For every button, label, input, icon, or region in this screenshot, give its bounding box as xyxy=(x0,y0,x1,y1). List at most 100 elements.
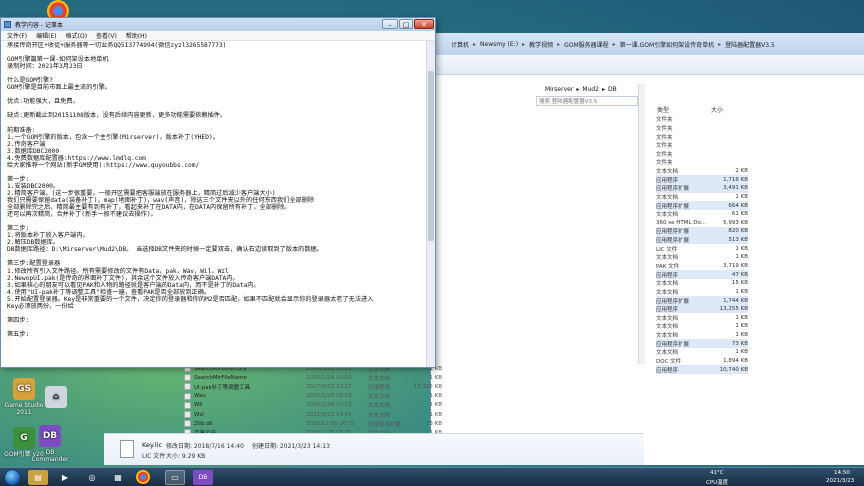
list-item[interactable]: 应用程序扩展 820 KB xyxy=(656,227,748,236)
file-type: 文件夹 xyxy=(656,160,673,167)
file-size: 820 KB xyxy=(728,228,748,235)
breadcrumb-mud2[interactable]: Mud2 xyxy=(582,86,599,93)
list-item[interactable]: 应用程序扩展 73 KB xyxy=(656,339,748,348)
table-row[interactable]: Zlib.dll 2020/11/30 20:31 应用程序扩展 73 KB xyxy=(184,419,444,428)
breadcrumb-db[interactable]: DB xyxy=(608,86,617,93)
scrollbar-thumb[interactable] xyxy=(428,71,434,241)
inner-scrollbar[interactable] xyxy=(638,84,645,364)
clock-time[interactable]: 14:50 xyxy=(834,470,850,476)
list-item[interactable]: 文本文档 1 KB xyxy=(656,348,748,357)
column-header-size[interactable]: 大小 xyxy=(711,105,723,114)
breadcrumb-drive[interactable]: Newsmy (E:) xyxy=(480,41,518,48)
chevron-right-icon: ▸ xyxy=(718,40,722,48)
text-line: 2.精简客户端。(这一步很重要，一般开区需要把客服端放在服务器上，精简过后减少客… xyxy=(7,189,276,197)
list-item[interactable]: 文件夹 xyxy=(656,124,748,133)
taskbar-db-icon[interactable]: DB xyxy=(193,470,213,485)
taskbar-network-icon[interactable]: ◎ xyxy=(82,470,102,485)
desktop-icon-db-commander[interactable]: DB DB Commander xyxy=(28,425,72,463)
list-item[interactable]: 文件夹 xyxy=(656,132,748,141)
menu-help[interactable]: 帮助(H) xyxy=(126,31,147,40)
list-item[interactable]: PAK 文件 3,719 KB xyxy=(656,262,748,271)
file-size: 13,255 KB xyxy=(413,383,442,390)
list-item[interactable]: 文本文档 1 KB xyxy=(656,322,748,331)
list-item[interactable]: 文本文档 61 KB xyxy=(656,210,748,219)
list-item[interactable]: 360 se HTML Do... 5,993 KB xyxy=(656,219,748,228)
list-item[interactable]: 文本文档 1 KB xyxy=(656,313,748,322)
file-type: 文本文档 xyxy=(656,281,679,288)
file-size: 1 KB xyxy=(735,254,748,261)
file-type: 应用程序扩展 xyxy=(656,203,690,210)
text-line: 第四步: xyxy=(7,316,30,324)
list-item[interactable]: 文件夹 xyxy=(656,141,748,150)
text-line: 第五步: xyxy=(7,330,30,338)
table-row[interactable]: SearchMirFileName 2020/1/28 15:23 文本文档 1 KB xyxy=(184,373,444,382)
list-item[interactable]: DOC 文件 1,894 KB xyxy=(656,357,748,366)
text-line: 缺点:更新截止到20151108版本，没有后续内容更新，更多功能需要依赖插件。 xyxy=(7,112,227,120)
taskbar-notepad-icon[interactable]: ▭ xyxy=(165,470,185,485)
breadcrumb-lesson[interactable]: 第一课.GOM引擎如何架设传奇单机 xyxy=(620,40,714,49)
breadcrumb-computer[interactable]: 计算机 xyxy=(451,40,469,49)
breadcrumb-course[interactable]: GOM服务器课程 xyxy=(564,40,609,49)
notepad-text-area[interactable]: 承接传奇开区+收徒+服务器等一切业务QQ513774994(微信zyzl3265… xyxy=(7,42,419,364)
list-item[interactable]: 应用程序扩展 664 KB xyxy=(656,201,748,210)
file-type: LIC 文件 xyxy=(656,246,678,253)
column-header-type[interactable]: 类型 xyxy=(657,105,669,114)
desktop-icon-device[interactable]: ⌂ xyxy=(34,386,78,410)
db-commander-icon: DB xyxy=(39,425,61,447)
list-item[interactable]: 文本文档 2 KB xyxy=(656,167,748,176)
chevron-right-icon: ▸ xyxy=(557,40,561,48)
list-item[interactable]: 文件夹 xyxy=(656,115,748,124)
sub-breadcrumb[interactable]: Mirserver ▸ Mud2 ▸ DB xyxy=(545,82,617,96)
menu-format[interactable]: 格式(O) xyxy=(66,31,87,40)
file-type: 文件夹 xyxy=(656,125,673,132)
file-date: 2020/1/28 15:23 xyxy=(306,374,352,381)
menu-file[interactable]: 文件(F) xyxy=(7,31,27,40)
notepad-title-bar[interactable]: 教学内容 - 记事本 xyxy=(1,18,435,31)
chevron-right-icon: ▸ xyxy=(612,40,616,48)
file-type: 文件夹 xyxy=(656,134,673,141)
taskbar: ▤ ▶ ◎ ▦ ▭ DB 41°C CPU温度 14:50 2021/3/23 xyxy=(0,467,864,486)
taskbar-chrome-icon[interactable] xyxy=(136,470,150,484)
address-bar[interactable]: 计算机 ▸ Newsmy (E:) ▸ 教学视频 ▸ GOM服务器课程 ▸ 第一… xyxy=(431,33,864,55)
taskbar-media-icon[interactable]: ▶ xyxy=(55,470,75,485)
list-item[interactable]: 应用程序 1,716 KB xyxy=(656,175,748,184)
notepad-scrollbar[interactable] xyxy=(426,41,435,367)
table-row[interactable]: Wzl 2021/3/23 14:41 文本文档 1 KB xyxy=(184,410,444,419)
list-item[interactable]: 应用程序扩展 1,744 KB xyxy=(656,296,748,305)
list-item[interactable]: 文本文档 1 KB xyxy=(656,193,748,202)
chevron-right-icon: ▸ xyxy=(522,40,526,48)
list-item[interactable]: 文本文档 1 KB xyxy=(656,331,748,340)
list-item[interactable]: 应用程序 10,740 KB xyxy=(656,365,748,374)
table-row[interactable]: Wil 2020/1/28 15:23 文本文档 1 KB xyxy=(184,401,444,410)
breadcrumb-mirserver[interactable]: Mirserver xyxy=(545,86,573,93)
taskbar-explorer-icon[interactable]: ▤ xyxy=(28,470,48,485)
list-item[interactable]: 文本文档 1 KB xyxy=(656,288,748,297)
file-type: 360 se HTML Do... xyxy=(656,219,707,226)
list-item[interactable]: 文本文档 1 KB xyxy=(656,253,748,262)
list-item[interactable]: 文件夹 xyxy=(656,150,748,159)
close-button[interactable]: ✕ xyxy=(414,19,434,29)
list-item[interactable]: LIC 文件 1 KB xyxy=(656,244,748,253)
start-button[interactable] xyxy=(4,469,21,486)
list-item[interactable]: 文本文档 15 KB xyxy=(656,279,748,288)
list-item[interactable]: 应用程序 13,255 KB xyxy=(656,304,748,314)
list-item[interactable]: 应用程序扩展 3,491 KB xyxy=(656,184,748,193)
table-row[interactable]: UI-pak补丁等调整工具 2017/4/23 23:27 应用程序 13,255 K… xyxy=(184,382,444,391)
list-item[interactable]: 应用程序 47 KB xyxy=(656,270,748,279)
clock-date[interactable]: 2021/3/23 xyxy=(826,478,854,484)
breadcrumb-videos[interactable]: 教学视频 xyxy=(529,40,553,49)
explorer-window: 计算机 ▸ Newsmy (E:) ▸ 教学视频 ▸ GOM服务器课程 ▸ 第一… xyxy=(430,33,864,465)
breadcrumb-configurator[interactable]: 登陆器配置器V3.5 xyxy=(725,40,775,49)
file-size: 61 KB xyxy=(731,211,748,218)
taskbar-app-icon[interactable]: ▦ xyxy=(108,470,128,485)
maximize-button[interactable]: □ xyxy=(399,19,413,29)
minimize-button[interactable]: – xyxy=(382,19,398,29)
list-item[interactable]: 文件夹 xyxy=(656,158,748,167)
list-item[interactable]: 应用程序扩展 513 KB xyxy=(656,235,748,245)
search-input[interactable]: 搜索 登陆器配置器V3.5 xyxy=(536,96,638,106)
menu-view[interactable]: 查看(V) xyxy=(96,31,117,40)
text-line xyxy=(7,253,419,260)
text-line: 1.安装DBC2000。 xyxy=(7,182,60,190)
table-row[interactable]: Wav 2020/1/28 15:23 文本文档 1 KB xyxy=(184,392,444,401)
menu-edit[interactable]: 编辑(E) xyxy=(36,31,56,40)
